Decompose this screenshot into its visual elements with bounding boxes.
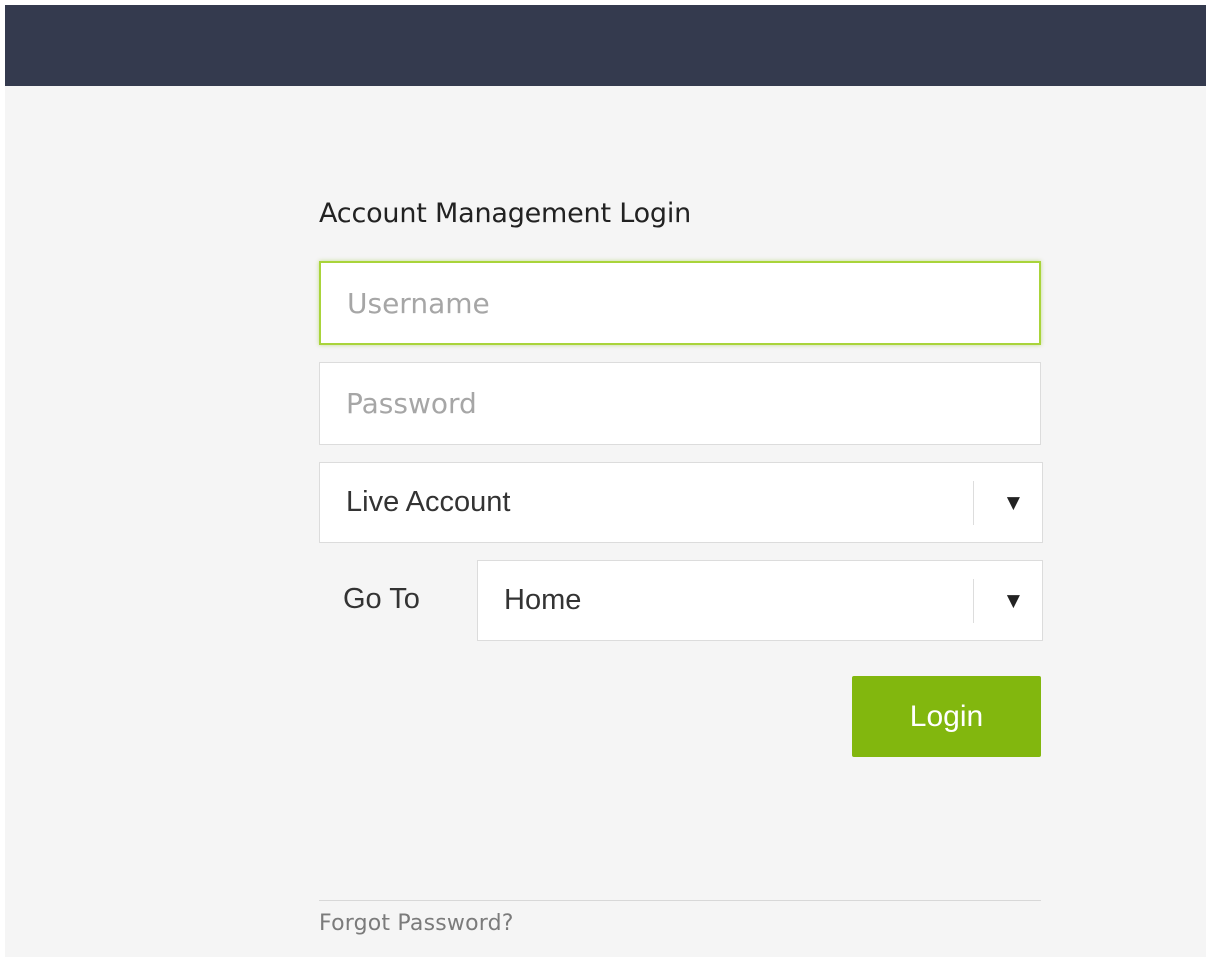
goto-select[interactable]: Home ▼ (477, 560, 1043, 641)
login-button[interactable]: Login (852, 676, 1041, 757)
account-type-value: Live Account (346, 486, 511, 518)
footer-divider (319, 900, 1041, 901)
forgot-password-link[interactable]: Forgot Password? (319, 911, 514, 936)
goto-value: Home (504, 584, 582, 616)
account-type-select[interactable]: Live Account ▼ (319, 462, 1043, 543)
username-input[interactable] (321, 263, 1039, 343)
goto-label: Go To (343, 583, 420, 615)
password-field[interactable] (319, 362, 1041, 445)
chevron-down-icon[interactable]: ▼ (1007, 463, 1020, 542)
select-divider (973, 579, 974, 623)
chevron-down-icon[interactable]: ▼ (1007, 561, 1020, 640)
login-title: Account Management Login (319, 198, 692, 229)
password-input[interactable] (320, 363, 1040, 444)
select-divider (973, 481, 974, 525)
username-field[interactable] (319, 261, 1041, 345)
top-header-bar (5, 5, 1206, 86)
